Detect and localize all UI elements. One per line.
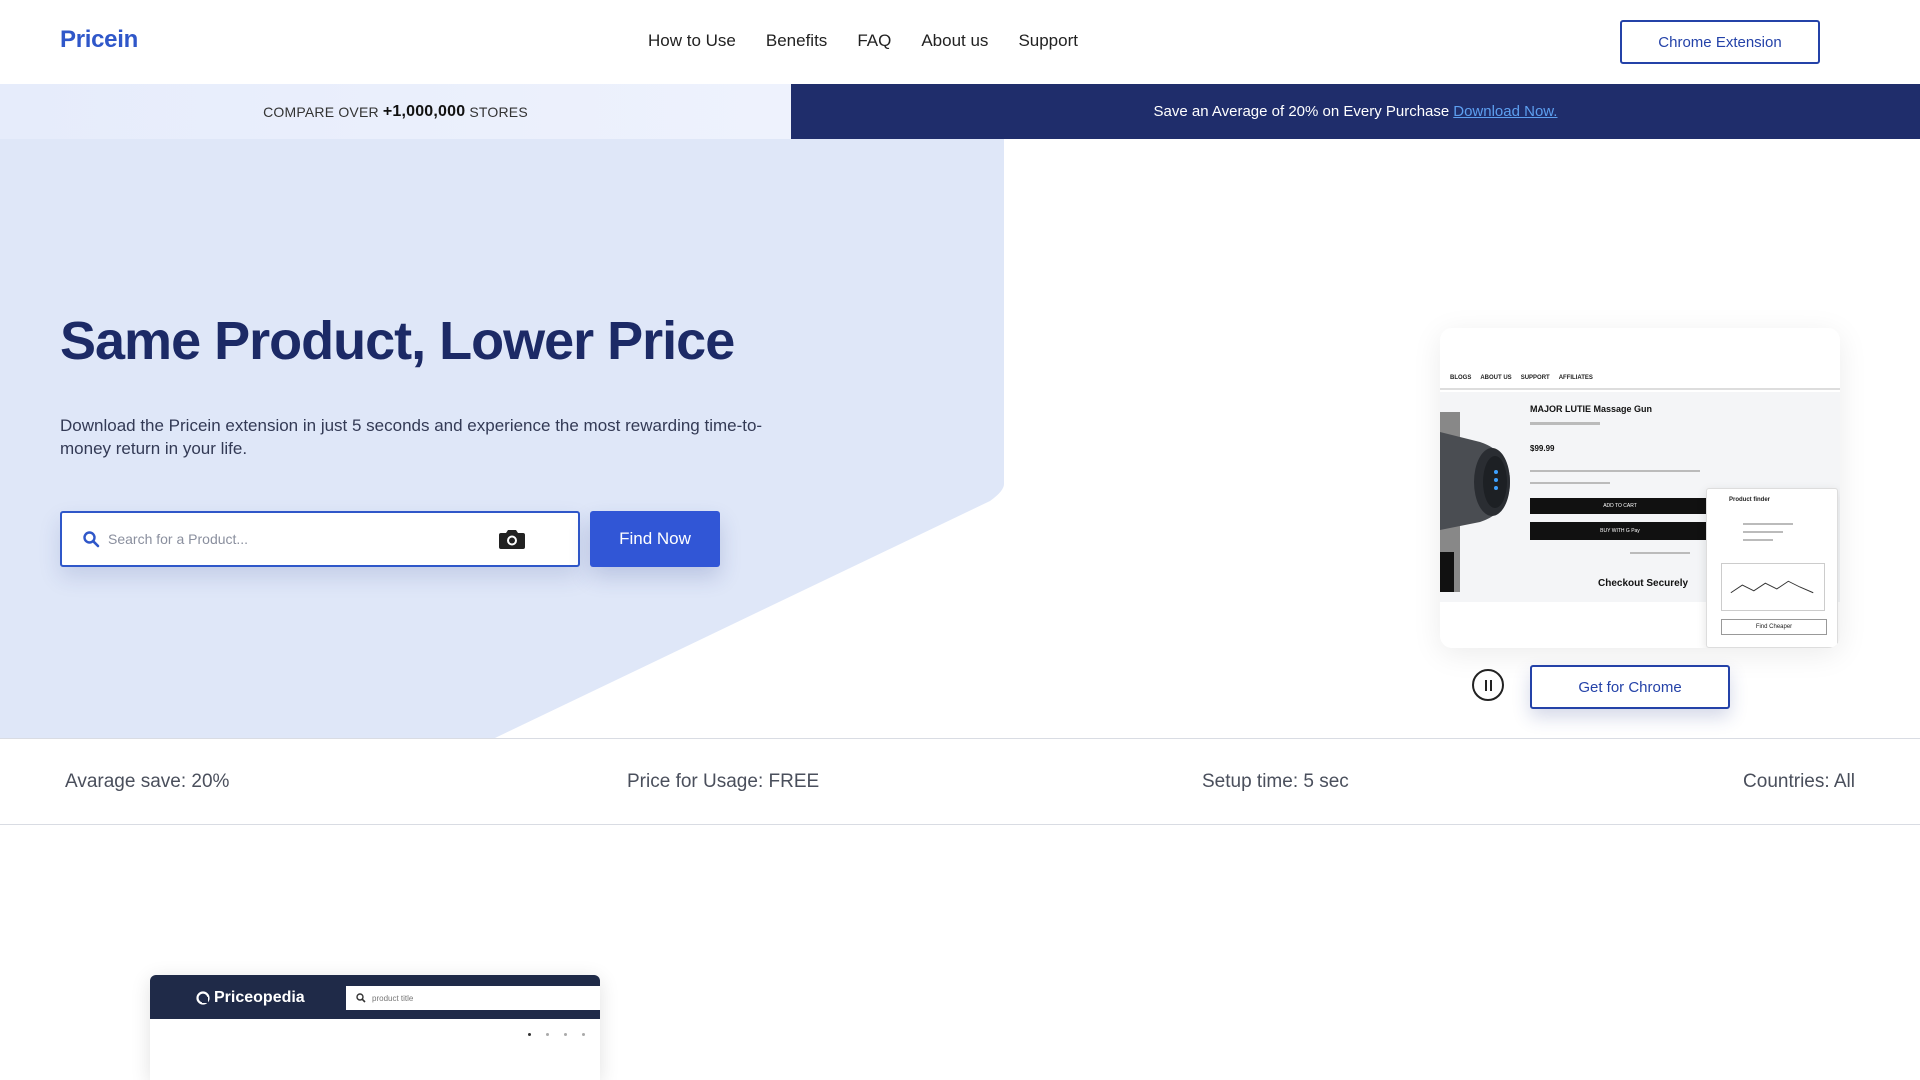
demo-add-to-cart: ADD TO CART: [1530, 498, 1710, 514]
demo-price-chart: [1721, 563, 1825, 611]
demo-popup-title: Product finder: [1729, 497, 1771, 503]
download-now-link[interactable]: Download Now.: [1453, 103, 1557, 120]
banner-prefix: COMPARE OVER: [263, 103, 379, 120]
pause-button[interactable]: [1472, 669, 1504, 701]
demo-find-cheaper-button: Find Cheaper: [1721, 619, 1827, 635]
demo-price: $99.99: [1530, 444, 1555, 453]
banner-suffix: STORES: [469, 103, 528, 120]
hero-subtitle: Download the Pricein extension in just 5…: [60, 416, 763, 458]
priceopedia-search: product title: [346, 986, 600, 1010]
promo-text: Save an Average of 20% on Every Purchase: [1153, 103, 1450, 120]
massage-gun-image: [1440, 412, 1510, 592]
stat-average-save: Avarage save: 20%: [65, 771, 230, 792]
demo-rating-line: [1530, 422, 1600, 425]
demo-text-line: [1530, 482, 1610, 484]
find-now-button[interactable]: Find Now: [590, 511, 720, 567]
carousel-dot: [546, 1033, 549, 1036]
extension-demo-preview: BLOGS ABOUT US SUPPORT AFFILIATES MAJOR …: [1440, 328, 1840, 648]
demo-product-title: MAJOR LUTIE Massage Gun: [1530, 404, 1653, 414]
banner-store-count: +1,000,000: [382, 102, 466, 120]
search-icon: [356, 993, 366, 1003]
demo-text-line: [1530, 470, 1700, 472]
promo-banner: Save an Average of 20% on Every Purchase…: [791, 84, 1920, 139]
demo-nav-item: BLOGS: [1450, 375, 1472, 381]
stat-setup-time: Setup time: 5 sec: [1202, 771, 1349, 792]
carousel-dot: [582, 1033, 585, 1036]
stats-strip: Avarage save: 20% Price for Usage: FREE …: [0, 738, 1920, 825]
nav-faq[interactable]: FAQ: [857, 31, 891, 51]
priceopedia-preview: Priceopedia product title: [150, 975, 600, 1080]
priceopedia-logo-text: Priceopedia: [214, 989, 305, 1006]
nav-support[interactable]: Support: [1018, 31, 1078, 51]
demo-nav-item: ABOUT US: [1480, 375, 1512, 381]
search-icon: [83, 531, 100, 548]
demo-buy-with: BUY WITH G Pay: [1530, 522, 1710, 540]
chrome-extension-button[interactable]: Chrome Extension: [1620, 20, 1820, 64]
demo-text-line: [1743, 531, 1783, 533]
nav-about-us[interactable]: About us: [921, 31, 988, 51]
demo-nav: BLOGS ABOUT US SUPPORT AFFILIATES: [1440, 368, 1840, 390]
demo-nav-item: AFFILIATES: [1558, 375, 1593, 381]
stat-countries: Countries: All: [1743, 771, 1855, 792]
site-header: Pricein How to Use Benefits FAQ About us…: [0, 0, 1920, 84]
camera-icon[interactable]: [498, 528, 526, 550]
get-for-chrome-button[interactable]: Get for Chrome: [1530, 665, 1730, 709]
demo-text-line: [1743, 539, 1773, 541]
search-input[interactable]: [108, 525, 488, 553]
priceopedia-logo-icon: [196, 991, 210, 1005]
hero-title: Same Product, Lower Price: [60, 311, 735, 371]
pause-icon: [1489, 679, 1492, 691]
nav-how-to-use[interactable]: How to Use: [648, 31, 736, 51]
store-count-banner: COMPARE OVER +1,000,000 STORES: [0, 84, 791, 139]
priceopedia-logo: Priceopedia: [196, 989, 305, 1007]
demo-nav-item: SUPPORT: [1520, 375, 1550, 381]
priceopedia-search-placeholder: product title: [372, 993, 414, 1003]
demo-text-line: [1630, 552, 1690, 554]
logo[interactable]: Pricein: [60, 26, 138, 54]
nav-benefits[interactable]: Benefits: [766, 31, 827, 51]
demo-checkout-text: Checkout Securely: [1598, 578, 1689, 589]
pause-icon: [1484, 679, 1487, 691]
carousel-dot: [564, 1033, 567, 1036]
demo-product-finder-popup: Product finder Find Cheaper: [1706, 488, 1838, 648]
demo-product-page: MAJOR LUTIE Massage Gun $99.99 ADD TO CA…: [1440, 392, 1840, 648]
demo-text-line: [1743, 523, 1793, 525]
priceopedia-header: Priceopedia product title: [150, 975, 600, 1019]
carousel-dot: [528, 1033, 531, 1036]
main-nav: How to Use Benefits FAQ About us Support: [648, 31, 1078, 51]
product-search-box: [60, 511, 580, 567]
carousel-dots: [528, 1033, 585, 1036]
stat-price-for-usage: Price for Usage: FREE: [627, 771, 820, 792]
